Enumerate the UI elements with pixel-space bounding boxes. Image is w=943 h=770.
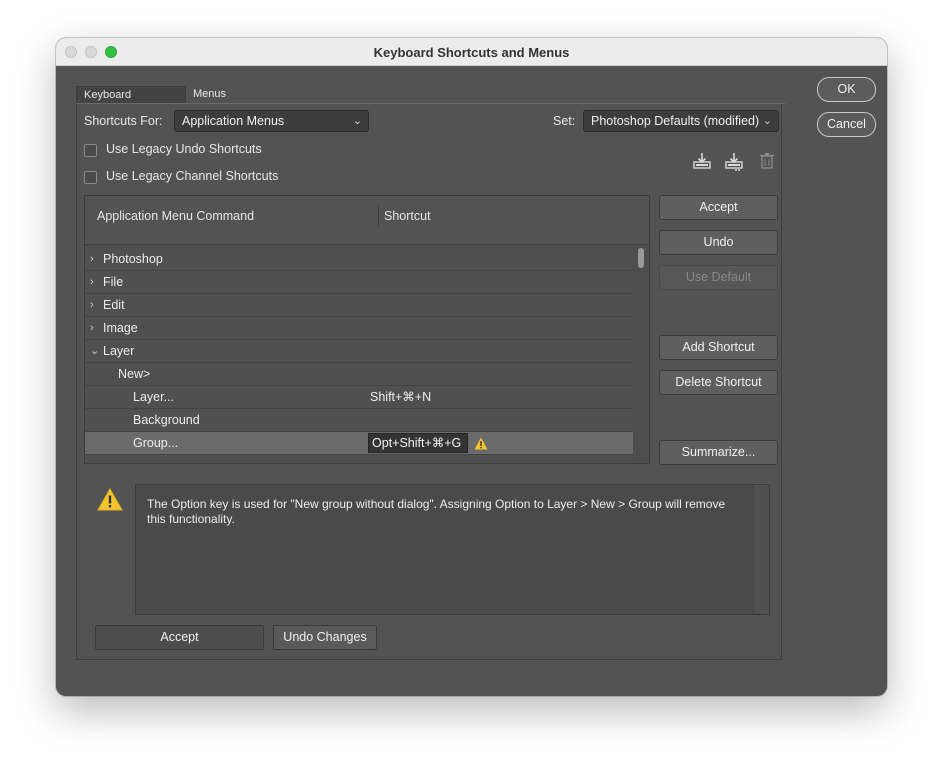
undo-changes-button[interactable]: Undo Changes (273, 625, 377, 650)
legacy-undo-label: Use Legacy Undo Shortcuts (106, 142, 262, 156)
table-row[interactable]: New> (85, 363, 633, 386)
save-set-as-icon[interactable] (724, 151, 744, 171)
accept-button[interactable]: Accept (659, 195, 778, 220)
chevron-down-icon[interactable]: ⌄ (90, 340, 100, 362)
set-select[interactable]: Photoshop Defaults (modified) ⌄ (583, 110, 779, 132)
shortcuts-for-select[interactable]: Application Menus ⌄ (174, 110, 369, 132)
chevron-right-icon[interactable]: › (90, 271, 100, 293)
shortcut-edit-field[interactable]: Opt+Shift+⌘+G (368, 433, 468, 453)
row-command: Image (103, 321, 138, 335)
warning-message: The Option key is used for "New group wi… (147, 497, 726, 526)
warning-icon (474, 435, 488, 457)
warning-icon (97, 487, 123, 514)
table-row[interactable]: › Image (85, 317, 633, 340)
table-header: Application Menu Command Shortcut (85, 196, 649, 245)
table-row[interactable]: Background (85, 409, 633, 432)
use-default-button[interactable]: Use Default (659, 265, 778, 290)
window-title: Keyboard Shortcuts and Menus (373, 45, 570, 60)
tab-keyboard-shortcuts[interactable]: Keyboard Shortcuts (76, 86, 186, 118)
chevron-down-icon: ⌄ (352, 115, 362, 127)
delete-shortcut-button[interactable]: Delete Shortcut (659, 370, 778, 395)
command-column-header: Application Menu Command (97, 209, 255, 223)
row-shortcut: Shift+⌘+N (370, 390, 432, 404)
shortcuts-table: Application Menu Command Shortcut › Phot… (84, 195, 650, 464)
ok-button[interactable]: OK (817, 77, 876, 102)
table-row[interactable]: Layer... Shift+⌘+N (85, 386, 633, 409)
message-scrollbar[interactable] (753, 485, 769, 614)
row-command: Layer (103, 344, 135, 358)
table-scrollbar[interactable] (636, 248, 646, 460)
table-row[interactable]: ⌄ Layer (85, 340, 633, 363)
scrollbar-thumb[interactable] (638, 248, 644, 268)
table-row[interactable]: › File (85, 271, 633, 294)
message-box: The Option key is used for "New group wi… (135, 484, 770, 615)
row-command: Layer... (133, 390, 174, 404)
row-command: File (103, 275, 124, 289)
table-rows: › Photoshop › File › Edit › Image ⌄ Laye… (85, 248, 633, 461)
tab-menus[interactable]: Menus (186, 86, 234, 104)
dialog-window: Keyboard Shortcuts and Menus Keyboard Sh… (56, 38, 887, 696)
add-shortcut-button[interactable]: Add Shortcut (659, 335, 778, 360)
chevron-right-icon[interactable]: › (90, 248, 100, 270)
column-divider (378, 206, 379, 226)
shortcuts-for-label: Shortcuts For: (84, 114, 163, 128)
row-command: New> (118, 367, 151, 381)
legacy-channel-label: Use Legacy Channel Shortcuts (106, 169, 279, 183)
table-row[interactable]: › Edit (85, 294, 633, 317)
save-set-icon[interactable] (692, 151, 712, 171)
legacy-undo-checkbox[interactable] (84, 144, 97, 157)
table-row-selected[interactable]: Group... Opt+Shift+⌘+G (85, 432, 633, 455)
legacy-channel-checkbox[interactable] (84, 171, 97, 184)
row-command: Edit (103, 298, 125, 312)
shortcuts-for-value: Application Menus (182, 114, 285, 128)
row-command: Group... (133, 436, 179, 450)
chevron-right-icon[interactable]: › (90, 317, 100, 339)
chevron-right-icon[interactable]: › (90, 294, 100, 316)
title-bar: Keyboard Shortcuts and Menus (56, 38, 887, 66)
undo-button[interactable]: Undo (659, 230, 778, 255)
delete-set-icon[interactable] (757, 151, 777, 171)
table-row[interactable]: › Photoshop (85, 248, 633, 271)
row-command: Background (133, 413, 200, 427)
set-value: Photoshop Defaults (modified) (591, 114, 760, 128)
chevron-down-icon: ⌄ (762, 115, 772, 127)
shortcut-column-header: Shortcut (384, 209, 431, 223)
shortcuts-panel: Shortcuts For: Application Menus ⌄ Set: … (76, 104, 782, 660)
accept-bottom-button[interactable]: Accept (95, 625, 264, 650)
cancel-button[interactable]: Cancel (817, 112, 876, 137)
row-command: Photoshop (103, 252, 163, 266)
table-row[interactable] (85, 455, 633, 461)
set-label: Set: (553, 114, 576, 128)
summarize-button[interactable]: Summarize... (659, 440, 778, 465)
